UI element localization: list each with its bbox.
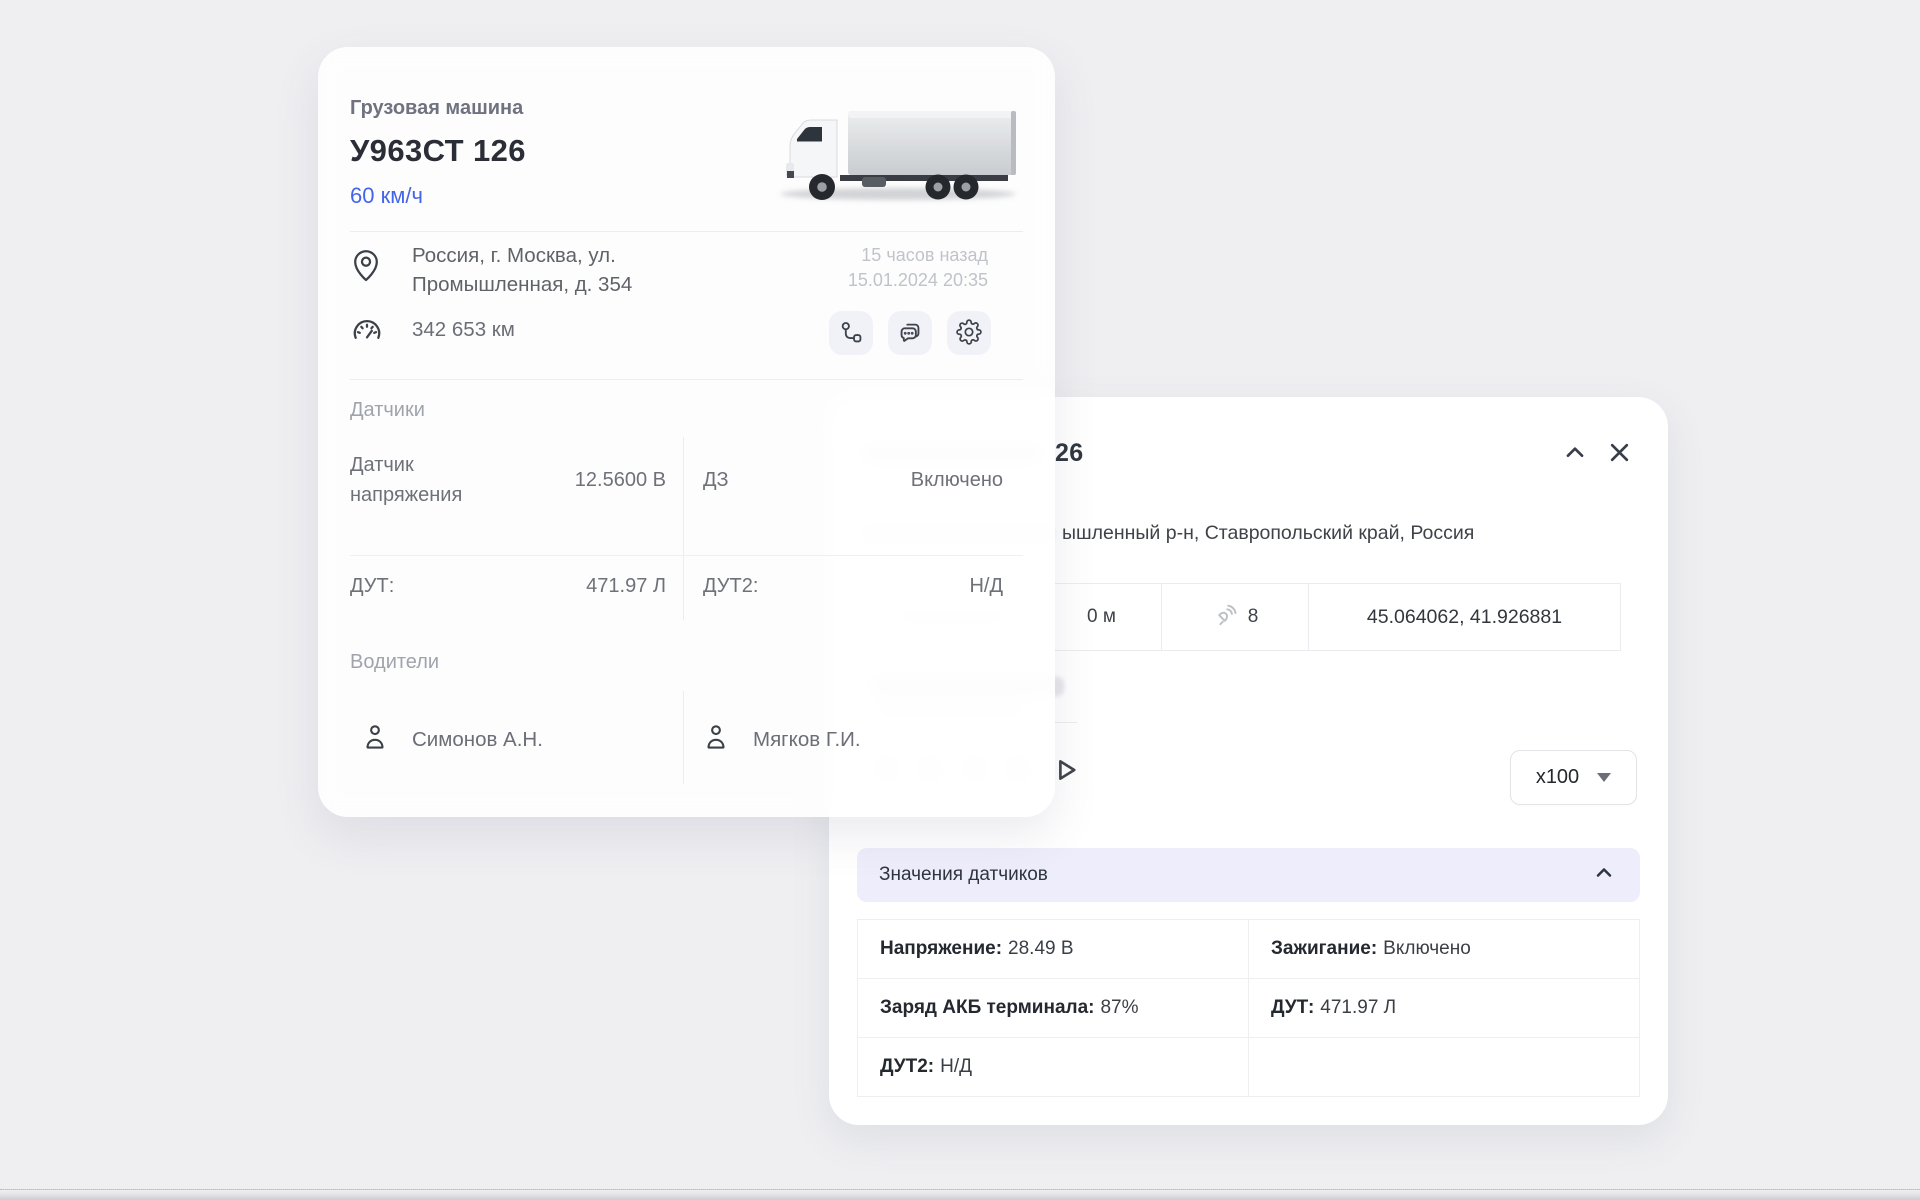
- sensor-label: Зажигание:: [1271, 938, 1377, 960]
- divider: [350, 231, 1023, 232]
- chat-icon: [897, 319, 923, 348]
- sensor-label: Датчик напряжения: [350, 450, 500, 510]
- divider: [350, 379, 1023, 380]
- play-icon: [1051, 755, 1079, 788]
- route-icon: [838, 319, 864, 348]
- sensor-label: ДУТ2:: [880, 1056, 934, 1078]
- chevron-up-icon: [1592, 861, 1616, 890]
- vehicle-address: Россия, г. Москва, ул. Промышленная, д. …: [412, 241, 632, 299]
- address-line-1: Россия, г. Москва, ул.: [412, 241, 632, 270]
- table-cell: [1249, 1038, 1639, 1096]
- table-cell: Зажигание: Включено: [1249, 920, 1639, 978]
- sensor-label: ДУТ2:: [703, 571, 758, 601]
- sensor-value: Включено: [818, 465, 1003, 495]
- driver-item: Мягков Г.И.: [701, 721, 861, 758]
- table-row: Напряжение: 28.49 В Зажигание: Включено: [858, 920, 1639, 979]
- settings-button[interactable]: [947, 311, 991, 355]
- driver-item: Симонов А.Н.: [360, 721, 543, 758]
- odometer-value: 342 653 км: [412, 318, 515, 342]
- sensor-value: 471.97 Л: [1320, 997, 1396, 1019]
- truck-image: [770, 105, 1020, 210]
- person-icon: [360, 721, 390, 758]
- distance-value: 0 м: [1087, 606, 1116, 628]
- table-cell: Напряжение: 28.49 В: [858, 920, 1249, 978]
- satellites-cell: 8: [1162, 584, 1309, 650]
- route-button[interactable]: [829, 311, 873, 355]
- close-button[interactable]: [1602, 437, 1636, 471]
- divider: [683, 437, 684, 620]
- sensor-value: 471.97 Л: [516, 571, 666, 601]
- driver-name: Симонов А.Н.: [412, 728, 543, 752]
- last-update-time: 15 часов назад 15.01.2024 20:35: [848, 243, 988, 293]
- time-ago: 15 часов назад: [848, 243, 988, 268]
- playback-speed-dropdown[interactable]: x100: [1510, 750, 1637, 805]
- sensor-values-header[interactable]: Значения датчиков: [857, 848, 1640, 902]
- timestamp: 15.01.2024 20:35: [848, 268, 988, 293]
- vehicle-info-card: Грузовая машина У963СТ 126 60 км/ч: [318, 47, 1055, 817]
- speed-multiplier-value: x100: [1536, 766, 1579, 789]
- satellite-icon: [1212, 601, 1239, 633]
- sensor-value: Включено: [1383, 938, 1471, 960]
- driver-name: Мягков Г.И.: [753, 728, 861, 752]
- sensor-label: ДУТ:: [1271, 997, 1314, 1019]
- divider: [350, 555, 1023, 556]
- person-icon: [701, 721, 731, 758]
- vehicle-type-label: Грузовая машина: [350, 97, 523, 120]
- location-pin-icon: [348, 245, 384, 290]
- table-row: ДУТ2: Н/Д: [858, 1038, 1639, 1097]
- vehicle-speed: 60 км/ч: [350, 183, 423, 209]
- table-cell: ДУТ2: Н/Д: [858, 1038, 1249, 1096]
- caret-down-icon: [1597, 773, 1611, 782]
- sensor-values-table: Напряжение: 28.49 В Зажигание: Включено …: [857, 919, 1640, 1097]
- sensors-section-title: Датчики: [350, 399, 425, 422]
- sensor-label: ДЗ: [703, 465, 729, 495]
- drivers-section-title: Водители: [350, 651, 439, 674]
- sensor-value: 12.5600 В: [516, 465, 666, 495]
- table-cell: ДУТ: 471.97 Л: [1249, 979, 1639, 1037]
- chevron-up-icon: [1562, 440, 1588, 469]
- table-row: Заряд АКБ терминала: 87% ДУТ: 471.97 Л: [858, 979, 1639, 1038]
- sensor-value: Н/Д: [818, 571, 1003, 601]
- card-title-fragment: 26: [1055, 439, 1083, 468]
- vehicle-plate-title: У963СТ 126: [350, 133, 526, 169]
- close-icon: [1606, 439, 1633, 469]
- sensor-label: Напряжение:: [880, 938, 1002, 960]
- address-fragment: ышленный р-н, Ставропольский край, Росси…: [1062, 522, 1474, 545]
- distance-cell: 0 м: [1042, 584, 1162, 650]
- sensor-value: 87%: [1100, 997, 1138, 1019]
- sensor-value: Н/Д: [940, 1056, 972, 1078]
- odometer-gauge-icon: [350, 313, 384, 352]
- chat-button[interactable]: [888, 311, 932, 355]
- divider: [683, 691, 684, 784]
- sensor-label: ДУТ:: [350, 571, 394, 601]
- table-cell: Заряд АКБ терминала: 87%: [858, 979, 1249, 1037]
- coordinates-cell: 45.064062, 41.926881: [1309, 584, 1620, 650]
- gear-icon: [956, 319, 982, 348]
- satellites-count: 8: [1248, 606, 1259, 628]
- sensor-label: Заряд АКБ терминала:: [880, 997, 1094, 1019]
- address-line-2: Промышленная, д. 354: [412, 270, 632, 299]
- sensor-values-title: Значения датчиков: [879, 864, 1048, 886]
- bottom-edge-strip: [0, 1189, 1920, 1200]
- collapse-button[interactable]: [1558, 437, 1592, 471]
- coordinates-value: 45.064062, 41.926881: [1367, 606, 1562, 629]
- sensor-value: 28.49 В: [1008, 938, 1074, 960]
